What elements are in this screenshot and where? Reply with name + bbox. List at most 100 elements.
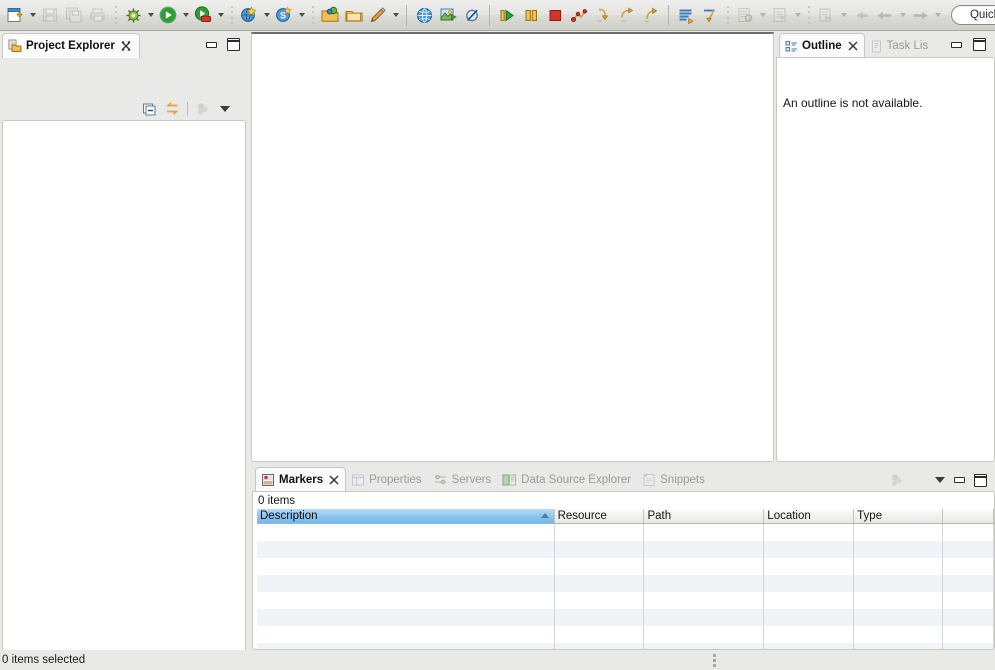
table-row[interactable] — [257, 609, 994, 626]
table-row[interactable] — [257, 541, 994, 558]
tab-properties[interactable]: Properties — [346, 468, 427, 492]
markers-table[interactable]: Description Resource Path Location Type — [257, 509, 994, 649]
toolbar-separator-4 — [723, 4, 732, 26]
focus-on-active-task-icon[interactable] — [889, 472, 905, 488]
toolbar-group-launch — [120, 2, 227, 28]
maximize-icon[interactable] — [974, 473, 987, 487]
table-cell — [854, 558, 944, 575]
run-external-tools-button[interactable] — [191, 3, 215, 27]
step-return-button[interactable] — [639, 3, 663, 27]
maximize-icon[interactable] — [973, 38, 986, 51]
table-cell — [257, 609, 555, 626]
search-dropdown-arrow — [757, 3, 768, 27]
tab-task-list[interactable]: Task Lis — [865, 34, 935, 58]
bottom-panel-toolbar — [889, 472, 987, 488]
minimize-icon[interactable] — [951, 41, 962, 48]
new-class-button[interactable] — [342, 3, 366, 27]
project-explorer-icon — [8, 39, 22, 53]
quick-access-field[interactable]: Quick Access — [951, 5, 995, 25]
save-button — [38, 3, 62, 27]
open-task-button[interactable] — [436, 3, 460, 27]
step-over-button[interactable] — [615, 3, 639, 27]
editor-area[interactable] — [251, 32, 774, 462]
toolbar-separator — [111, 4, 120, 26]
table-cell — [257, 643, 555, 649]
tab-data-source-explorer[interactable]: Data Source Explorer — [497, 468, 637, 492]
skip-all-breakpoints-button[interactable] — [460, 3, 484, 27]
annotation-dropdown-arrow[interactable] — [390, 3, 401, 27]
column-location[interactable]: Location — [764, 509, 855, 523]
table-cell — [644, 643, 765, 649]
tab-snippets[interactable]: Snippets — [637, 468, 711, 492]
external-tools-dropdown-arrow[interactable] — [215, 3, 226, 27]
maximize-icon[interactable] — [227, 38, 240, 51]
table-cell — [764, 575, 855, 592]
new-server-button[interactable] — [237, 3, 261, 27]
table-row[interactable] — [257, 626, 994, 643]
debug-button[interactable] — [121, 3, 145, 27]
new-annotation-button[interactable] — [366, 3, 390, 27]
tab-project-explorer[interactable]: Project Explorer — [2, 33, 140, 58]
run-button[interactable] — [156, 3, 180, 27]
column-description[interactable]: Description — [257, 509, 555, 523]
table-row[interactable] — [257, 558, 994, 575]
close-icon[interactable] — [121, 41, 131, 51]
markers-icon — [261, 473, 275, 487]
step-into-button[interactable] — [591, 3, 615, 27]
toolbar-divider — [187, 102, 188, 116]
tab-servers[interactable]: Servers — [428, 468, 498, 492]
new-wizard-button[interactable] — [3, 3, 27, 27]
table-cell — [943, 575, 994, 592]
column-path[interactable]: Path — [644, 509, 765, 523]
project-explorer-tree[interactable] — [2, 120, 246, 670]
tab-markers[interactable]: Markers — [255, 467, 347, 492]
minimize-icon[interactable] — [206, 41, 217, 48]
resize-grip-icon[interactable] — [713, 654, 717, 667]
disconnect-button[interactable] — [567, 3, 591, 27]
suspend-button[interactable] — [519, 3, 543, 27]
toolbar-group-web: S — [236, 2, 308, 28]
open-web-browser-button[interactable] — [412, 3, 436, 27]
new-wizard-dropdown-arrow[interactable] — [27, 3, 38, 27]
column-type[interactable]: Type — [854, 509, 944, 523]
column-resource[interactable]: Resource — [555, 509, 645, 523]
table-row[interactable] — [257, 524, 994, 541]
minimize-icon[interactable] — [954, 477, 965, 483]
markers-table-body[interactable] — [257, 524, 994, 649]
debug-dropdown-arrow[interactable] — [145, 3, 156, 27]
table-cell — [854, 592, 944, 609]
markers-view: 0 items Description Resource Path Location T… — [252, 491, 995, 650]
outline-content[interactable]: An outline is not available. — [776, 57, 995, 462]
run-dropdown-arrow[interactable] — [180, 3, 191, 27]
data-source-explorer-icon — [502, 473, 517, 487]
print-button — [86, 3, 110, 27]
search-button — [733, 3, 757, 27]
resume-button[interactable] — [495, 3, 519, 27]
new-sql-button[interactable]: S — [272, 3, 296, 27]
bottom-panel-tabrow: Markers Properties Servers Data Source E… — [251, 466, 995, 492]
focus-on-active-task-icon[interactable] — [193, 100, 213, 118]
table-cell — [644, 524, 765, 541]
new-package-button[interactable] — [318, 3, 342, 27]
table-cell — [555, 524, 645, 541]
link-with-editor-icon[interactable] — [162, 100, 182, 118]
tab-outline[interactable]: Outline — [779, 33, 865, 58]
table-row[interactable] — [257, 575, 994, 592]
step-by-step-button[interactable] — [698, 3, 722, 27]
terminate-button[interactable] — [543, 3, 567, 27]
collapse-all-icon[interactable] — [140, 100, 160, 118]
toolbar-group-browser — [411, 2, 485, 28]
close-icon[interactable] — [329, 475, 339, 485]
table-row[interactable] — [257, 643, 994, 649]
close-icon[interactable] — [848, 41, 858, 51]
servers-icon — [433, 473, 448, 487]
project-explorer-title: Project Explorer — [26, 40, 115, 52]
new-sql-dropdown-arrow[interactable] — [296, 3, 307, 27]
column-extra[interactable] — [943, 509, 994, 523]
table-row[interactable] — [257, 592, 994, 609]
view-menu-icon[interactable] — [215, 100, 235, 118]
table-cell — [555, 609, 645, 626]
view-menu-icon[interactable] — [935, 477, 945, 483]
new-server-dropdown-arrow[interactable] — [261, 3, 272, 27]
run-last-tool-button[interactable] — [674, 3, 698, 27]
